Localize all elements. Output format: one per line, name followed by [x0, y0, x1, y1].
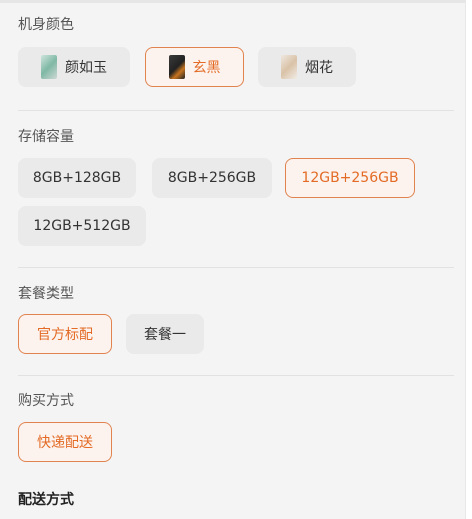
top-divider — [0, 0, 472, 3]
color-option-jade[interactable]: 颜如玉 — [18, 47, 130, 87]
section-divider — [18, 110, 454, 111]
package-option-label: 套餐一 — [144, 327, 186, 343]
phone-fireworks-thumbnail — [281, 55, 297, 79]
storage-option-8-256[interactable]: 8GB+256GB — [152, 158, 272, 198]
storage-option-label: 8GB+128GB — [32, 170, 122, 186]
storage-section-label: 存储容量 — [18, 129, 74, 145]
storage-option-label: 12GB+512GB — [33, 218, 131, 234]
package-option-standard[interactable]: 官方标配 — [18, 314, 112, 354]
storage-option-label: 8GB+256GB — [167, 170, 257, 186]
color-option-black[interactable]: 玄黑 — [145, 47, 244, 87]
storage-option-12-512[interactable]: 12GB+512GB — [18, 206, 146, 246]
color-option-fireworks[interactable]: 烟花 — [258, 47, 356, 87]
delivery-section-label: 配送方式 — [18, 492, 74, 508]
color-section-label: 机身颜色 — [18, 17, 74, 33]
color-option-label: 玄黑 — [192, 60, 221, 76]
scrollbar-track[interactable] — [465, 0, 472, 519]
storage-option-label: 12GB+256GB — [301, 170, 399, 186]
purchase-option-express[interactable]: 快递配送 — [18, 422, 112, 462]
storage-option-12-256[interactable]: 12GB+256GB — [285, 158, 415, 198]
color-option-label: 颜如玉 — [65, 60, 107, 76]
section-divider — [18, 267, 454, 268]
purchase-section-label: 购买方式 — [18, 393, 74, 409]
color-option-label: 烟花 — [305, 60, 333, 76]
phone-black-thumbnail — [168, 55, 185, 79]
package-section-label: 套餐类型 — [18, 286, 74, 302]
phone-jade-thumbnail — [41, 55, 57, 79]
section-divider — [18, 375, 454, 376]
storage-option-8-128[interactable]: 8GB+128GB — [18, 158, 136, 198]
package-option-one[interactable]: 套餐一 — [126, 314, 204, 354]
package-option-label: 官方标配 — [37, 327, 93, 343]
purchase-option-label: 快递配送 — [37, 435, 93, 451]
